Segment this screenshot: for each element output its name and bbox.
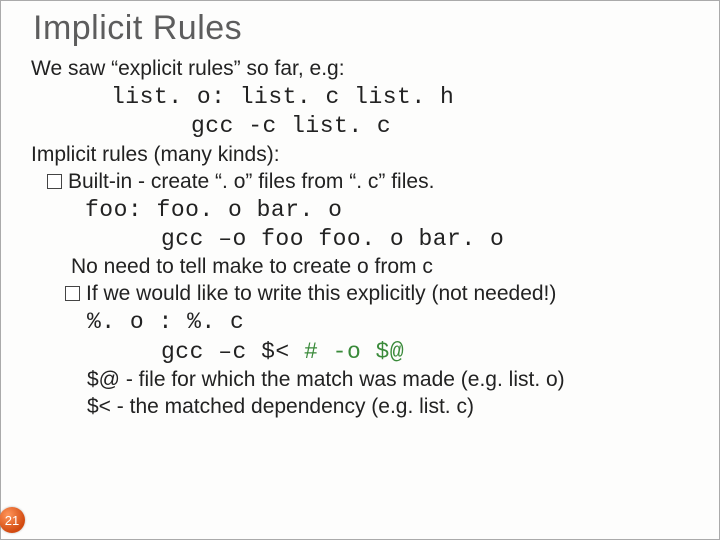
bullet-explicit-alt: If we would like to write this explicitl… — [31, 281, 689, 308]
square-bullet-icon — [65, 286, 80, 301]
pattern-cmd-comment: # -o $@ — [304, 339, 404, 365]
slide: Implicit Rules We saw “explicit rules” s… — [0, 0, 720, 540]
builtin-rule: foo: foo. o bar. o — [31, 196, 689, 225]
explicit-alt-lead: If we would like to write this explicitl… — [86, 281, 556, 308]
explicit-rule: list. o: list. c list. h — [31, 83, 689, 112]
intro-text: We saw “explicit rules” so far, e.g: — [31, 56, 689, 83]
slide-title: Implicit Rules — [33, 9, 689, 48]
bullet-builtin: Built-in - create “. o” files from “. c”… — [31, 169, 689, 196]
builtin-text: Built-in - create “. o” files from “. c”… — [68, 169, 434, 196]
slide-body: We saw “explicit rules” so far, e.g: lis… — [31, 56, 689, 421]
page-number-badge: 21 — [0, 507, 25, 533]
pattern-rule: %. o : %. c — [31, 308, 689, 337]
pattern-cmd: gcc –c $< # -o $@ — [31, 338, 689, 367]
square-bullet-icon — [47, 174, 62, 189]
pattern-cmd-prefix: gcc –c $< — [161, 339, 304, 365]
explicit-cmd: gcc -c list. c — [31, 112, 689, 141]
desc-target: $@ - file for which the match was made (… — [31, 367, 689, 394]
builtin-note: No need to tell make to create o from c — [31, 254, 689, 281]
desc-dep: $< - the matched dependency (e.g. list. … — [31, 394, 689, 421]
builtin-cmd: gcc –o foo foo. o bar. o — [31, 225, 689, 254]
implicit-heading: Implicit rules (many kinds): — [31, 142, 689, 169]
